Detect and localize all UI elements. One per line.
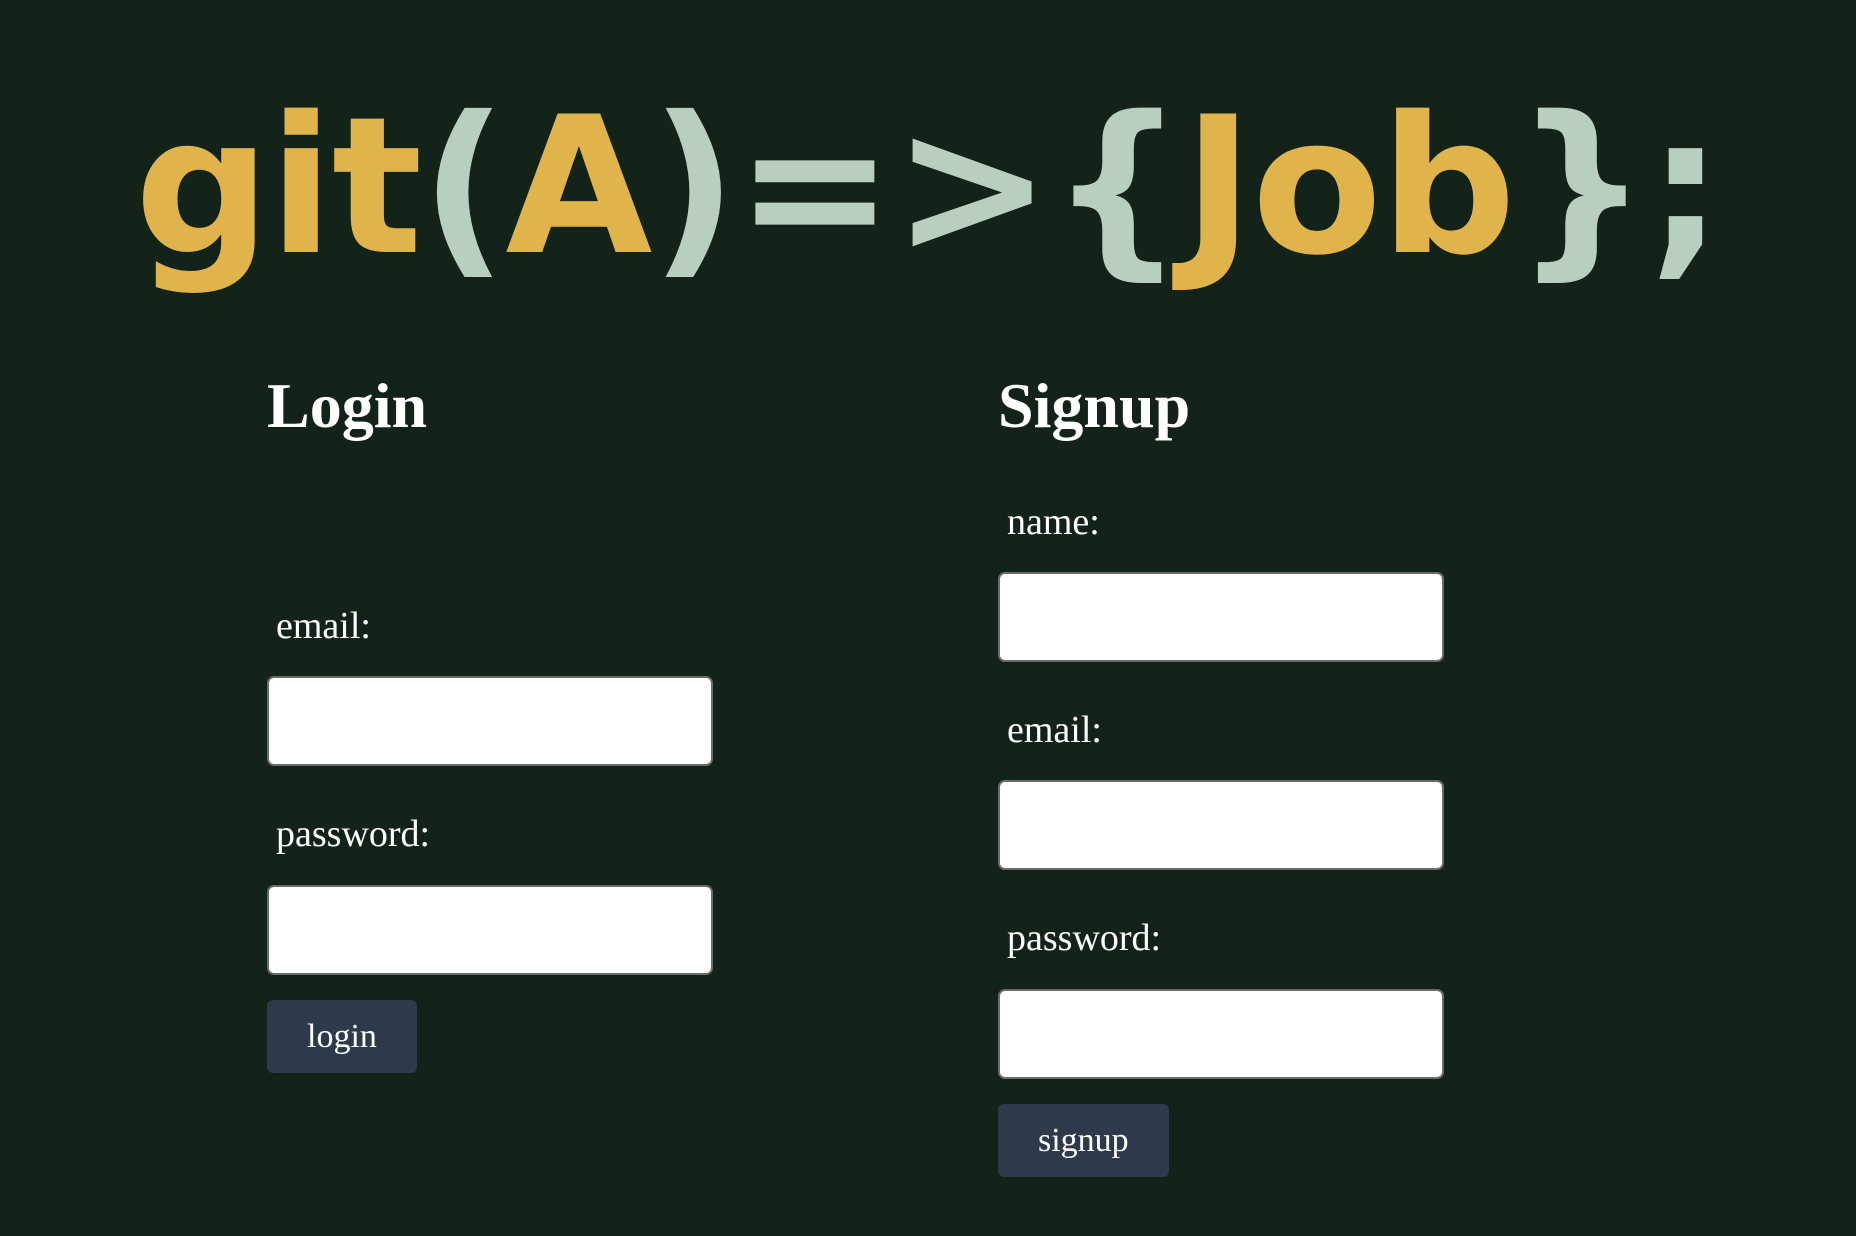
- logo-open-paren: (: [420, 76, 508, 297]
- logo-open-brace: {: [1049, 76, 1185, 297]
- signup-name-label: name:: [1007, 501, 1100, 543]
- app-logo: git(A)=>{Job};: [0, 92, 1856, 282]
- signup-password-input[interactable]: [998, 989, 1444, 1079]
- logo-a-letter: A: [505, 76, 652, 297]
- signup-name-input[interactable]: [998, 572, 1444, 662]
- signup-title: Signup: [998, 370, 1191, 441]
- signup-button[interactable]: signup: [998, 1104, 1169, 1177]
- logo-arrow: =>: [735, 76, 1051, 297]
- logo-job-text: Job: [1182, 76, 1516, 297]
- logo-close-paren: ): [650, 76, 737, 297]
- signup-email-label: email:: [1007, 709, 1102, 751]
- logo-git-text: git: [134, 76, 423, 297]
- signup-email-input[interactable]: [998, 780, 1444, 870]
- logo-close-brace: }: [1514, 76, 1649, 297]
- login-email-input[interactable]: [267, 676, 713, 766]
- login-password-label: password:: [276, 813, 431, 855]
- login-password-input[interactable]: [267, 885, 713, 975]
- signup-password-label: password:: [1007, 917, 1162, 959]
- logo-semicolon: ;: [1647, 76, 1723, 297]
- login-button[interactable]: login: [267, 1000, 417, 1073]
- login-title: Login: [267, 370, 428, 441]
- login-email-label: email:: [276, 605, 371, 647]
